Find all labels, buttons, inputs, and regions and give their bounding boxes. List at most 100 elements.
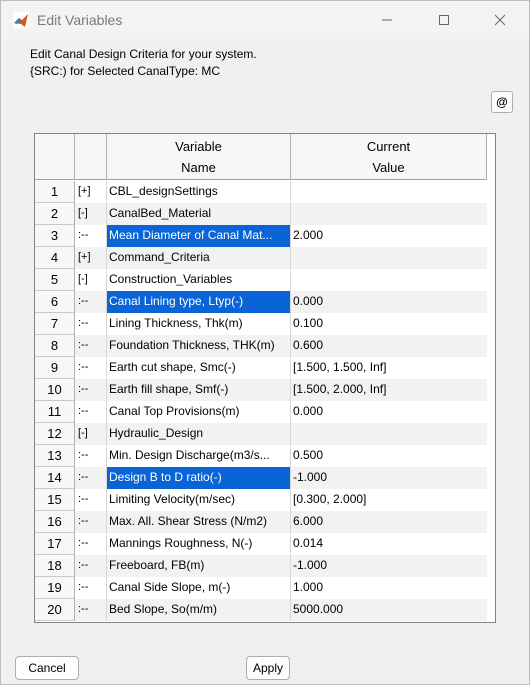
table-row[interactable]: 2 [-] CanalBed_Material [35,203,495,225]
table-row[interactable]: 11:-- Canal Top Provisions(m) 0.000 [35,401,495,423]
minimize-button[interactable] [364,1,410,39]
row-number[interactable]: 2 [35,203,75,225]
variable-name-cell[interactable]: Construction_Variables [107,269,291,291]
variable-value-cell[interactable]: 1.000 [291,577,487,599]
variable-name-cell[interactable]: Mannings Roughness, N(-) [107,533,291,555]
row-number[interactable]: 19 [35,577,75,599]
row-number[interactable]: 1 [35,181,75,203]
variable-value-cell[interactable] [291,423,487,445]
row-number[interactable]: 7 [35,313,75,335]
table-row[interactable]: 6:-- Canal Lining type, Ltyp(-) 0.000 [35,291,495,313]
table-row[interactable]: 8:-- Foundation Thickness, THK(m) 0.600 [35,335,495,357]
table-row[interactable]: 9:-- Earth cut shape, Smc(-) [1.500, 1.500… [35,357,495,379]
variable-value-cell[interactable]: 0.100 [291,313,487,335]
variable-name-cell[interactable]: Freeboard, FB(m) [107,555,291,577]
table-row[interactable]: 3:-- Mean Diameter of Canal Mat... 2.000 [35,225,495,247]
variable-name-cell[interactable]: Design B to D ratio(-) [107,467,291,489]
tree-toggle[interactable]: :-- [75,511,107,533]
variable-value-cell[interactable] [291,203,487,225]
variable-name-cell[interactable]: Earth fill shape, Smf(-) [107,379,291,401]
variable-value-cell[interactable]: -1.000 [291,555,487,577]
row-number[interactable]: 10 [35,379,75,401]
variable-name-cell[interactable]: Earth cut shape, Smc(-) [107,357,291,379]
variable-name-cell[interactable]: Canal Top Provisions(m) [107,401,291,423]
at-button[interactable]: @ [491,91,513,113]
tree-toggle[interactable]: :-- [75,313,107,335]
header-current-value[interactable]: Current Value [291,134,487,180]
row-number[interactable]: 3 [35,225,75,247]
table-row[interactable]: 20:-- Bed Slope, So(m/m) 5000.000 [35,599,495,621]
table-row[interactable]: 12 [-] Hydraulic_Design [35,423,495,445]
variable-value-cell[interactable]: [1.500, 2.000, Inf] [291,379,487,401]
tree-toggle[interactable]: [-] [75,203,107,225]
variable-value-cell[interactable]: 0.000 [291,401,487,423]
variable-value-cell[interactable]: 6.000 [291,511,487,533]
table-row[interactable]: 1 [+] CBL_designSettings [35,181,495,203]
variable-value-cell[interactable]: -1.000 [291,467,487,489]
variable-name-cell[interactable]: Canal Lining type, Ltyp(-) [107,291,291,313]
variable-value-cell[interactable] [291,181,487,203]
row-number[interactable]: 12 [35,423,75,445]
table-row[interactable]: 7:-- Lining Thickness, Thk(m) 0.100 [35,313,495,335]
tree-toggle[interactable]: :-- [75,467,107,489]
row-number[interactable]: 16 [35,511,75,533]
variable-value-cell[interactable]: 2.000 [291,225,487,247]
tree-toggle[interactable]: :-- [75,533,107,555]
tree-toggle[interactable]: :-- [75,445,107,467]
variable-value-cell[interactable]: 0.000 [291,291,487,313]
variable-name-cell[interactable]: Max. All. Shear Stress (N/m2) [107,511,291,533]
variable-name-cell[interactable]: Mean Diameter of Canal Mat... [107,225,291,247]
variable-value-cell[interactable]: 5000.000 [291,599,487,621]
row-number[interactable]: 8 [35,335,75,357]
tree-toggle[interactable]: :-- [75,379,107,401]
cancel-button[interactable]: Cancel [15,656,79,680]
close-button[interactable] [477,1,523,39]
variable-name-cell[interactable]: Limiting Velocity(m/sec) [107,489,291,511]
table-row[interactable]: 10:-- Earth fill shape, Smf(-) [1.500, 2.0… [35,379,495,401]
variable-name-cell[interactable]: Bed Slope, So(m/m) [107,599,291,621]
tree-toggle[interactable]: [+] [75,181,107,203]
row-number[interactable]: 14 [35,467,75,489]
table-row[interactable]: 4 [+] Command_Criteria [35,247,495,269]
tree-toggle[interactable]: :-- [75,357,107,379]
variable-value-cell[interactable]: 0.600 [291,335,487,357]
table-row[interactable]: 15:-- Limiting Velocity(m/sec) [0.300, 2.0… [35,489,495,511]
variable-value-cell[interactable] [291,269,487,291]
variable-name-cell[interactable]: Min. Design Discharge(m3/s... [107,445,291,467]
apply-button[interactable]: Apply [246,656,290,680]
title-bar[interactable]: Edit Variables [1,1,529,39]
variable-value-cell[interactable]: 0.500 [291,445,487,467]
row-number[interactable]: 5 [35,269,75,291]
tree-toggle[interactable]: [-] [75,423,107,445]
row-number[interactable]: 18 [35,555,75,577]
tree-toggle[interactable]: :-- [75,401,107,423]
table-row[interactable]: 14:-- Design B to D ratio(-) -1.000 [35,467,495,489]
table-row[interactable]: 18:-- Freeboard, FB(m) -1.000 [35,555,495,577]
tree-toggle[interactable]: :-- [75,577,107,599]
variable-name-cell[interactable]: CanalBed_Material [107,203,291,225]
variable-name-cell[interactable]: Canal Side Slope, m(-) [107,577,291,599]
variable-value-cell[interactable] [291,247,487,269]
variable-name-cell[interactable]: Hydraulic_Design [107,423,291,445]
row-number[interactable]: 20 [35,599,75,621]
tree-toggle[interactable]: :-- [75,335,107,357]
row-number[interactable]: 6 [35,291,75,313]
variable-name-cell[interactable]: CBL_designSettings [107,181,291,203]
maximize-button[interactable] [421,1,467,39]
row-number[interactable]: 11 [35,401,75,423]
tree-toggle[interactable]: :-- [75,599,107,621]
table-row[interactable]: 13:-- Min. Design Discharge(m3/s... 0.500 [35,445,495,467]
tree-toggle[interactable]: [+] [75,247,107,269]
variable-value-cell[interactable]: [0.300, 2.000] [291,489,487,511]
header-variable-name[interactable]: Variable Name [107,134,291,180]
tree-toggle[interactable]: :-- [75,555,107,577]
tree-toggle[interactable]: :-- [75,225,107,247]
tree-toggle[interactable]: :-- [75,489,107,511]
variable-name-cell[interactable]: Foundation Thickness, THK(m) [107,335,291,357]
table-row[interactable]: 17:-- Mannings Roughness, N(-) 0.014 [35,533,495,555]
tree-toggle[interactable]: [-] [75,269,107,291]
variable-name-cell[interactable]: Command_Criteria [107,247,291,269]
row-number[interactable]: 15 [35,489,75,511]
row-number[interactable]: 4 [35,247,75,269]
variable-value-cell[interactable]: [1.500, 1.500, Inf] [291,357,487,379]
